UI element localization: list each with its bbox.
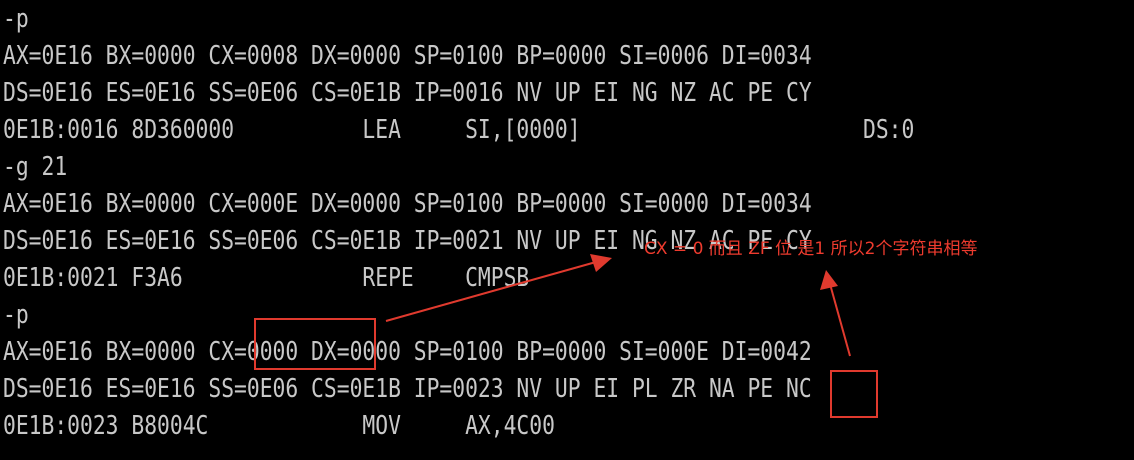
terminal-line-4: 0E1B:0016 8D360000 LEA SI,[0000] DS:0 <box>3 115 915 145</box>
terminal-line-10: AX=0E16 BX=0000 CX=0000 DX=0000 SP=0100 … <box>3 337 812 367</box>
terminal-line-8: 0E1B:0021 F3A6 REPE CMPSB <box>3 263 530 293</box>
terminal-line-2: AX=0E16 BX=0000 CX=0008 DX=0000 SP=0100 … <box>3 41 812 71</box>
zr-flag-highlight-box <box>830 370 878 418</box>
terminal-line-3: DS=0E16 ES=0E16 SS=0E06 CS=0E1B IP=0016 … <box>3 78 812 108</box>
terminal-line-5: -g 21 <box>3 152 68 182</box>
terminal-line-1: -p <box>3 4 29 34</box>
terminal-line-12: 0E1B:0023 B8004C MOV AX,4C00 <box>3 411 555 441</box>
annotation-label: CX = 0 而且 ZF 位 是1 所以2个字符串相等 <box>644 239 978 259</box>
arrow-line-to-zr <box>829 283 851 357</box>
terminal-line-6: AX=0E16 BX=0000 CX=000E DX=0000 SP=0100 … <box>3 189 812 219</box>
arrow-head-2 <box>820 270 838 290</box>
debug-terminal-window[interactable]: -p AX=0E16 BX=0000 CX=0008 DX=0000 SP=01… <box>0 0 1134 460</box>
cx-register-highlight-box <box>254 318 376 370</box>
terminal-line-9: -p <box>3 300 29 330</box>
terminal-line-11: DS=0E16 ES=0E16 SS=0E06 CS=0E1B IP=0023 … <box>3 374 812 404</box>
